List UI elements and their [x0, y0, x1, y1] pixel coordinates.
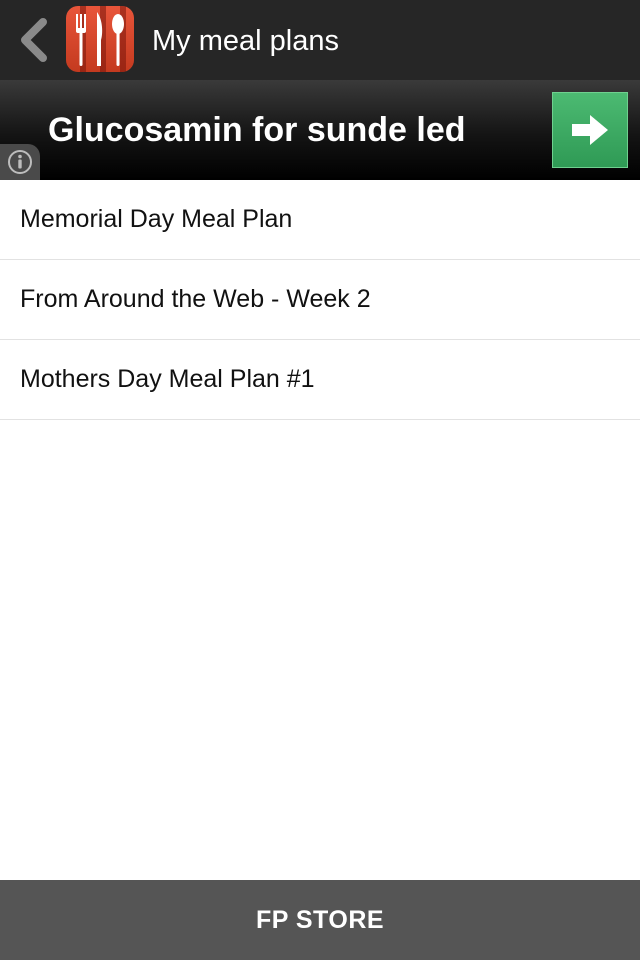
page-title: My meal plans — [152, 25, 339, 57]
list-item[interactable]: From Around the Web - Week 2 — [0, 260, 640, 340]
chevron-left-icon — [21, 18, 47, 62]
list-item[interactable]: Mothers Day Meal Plan #1 — [0, 340, 640, 420]
utensils-app-icon[interactable] — [66, 6, 134, 72]
meal-plan-label: Memorial Day Meal Plan — [20, 205, 293, 233]
ad-banner[interactable]: Glucosamin for sunde led — [0, 80, 640, 180]
fp-store-label: FP STORE — [255, 905, 385, 934]
arrow-right-icon — [572, 115, 608, 145]
meal-plan-list: Memorial Day Meal Plan From Around the W… — [0, 180, 640, 420]
top-navigation-bar: My meal plans — [0, 0, 640, 80]
info-button[interactable] — [0, 144, 40, 180]
fp-store-button[interactable]: FP STORE — [0, 880, 640, 960]
list-item[interactable]: Memorial Day Meal Plan — [0, 180, 640, 260]
banner-title[interactable]: Glucosamin for sunde led — [48, 110, 466, 150]
banner-arrow-button[interactable] — [552, 92, 628, 168]
meal-plan-label: From Around the Web - Week 2 — [20, 285, 371, 313]
info-icon — [8, 150, 32, 174]
back-button[interactable] — [14, 18, 54, 62]
meal-plan-label: Mothers Day Meal Plan #1 — [20, 365, 315, 393]
